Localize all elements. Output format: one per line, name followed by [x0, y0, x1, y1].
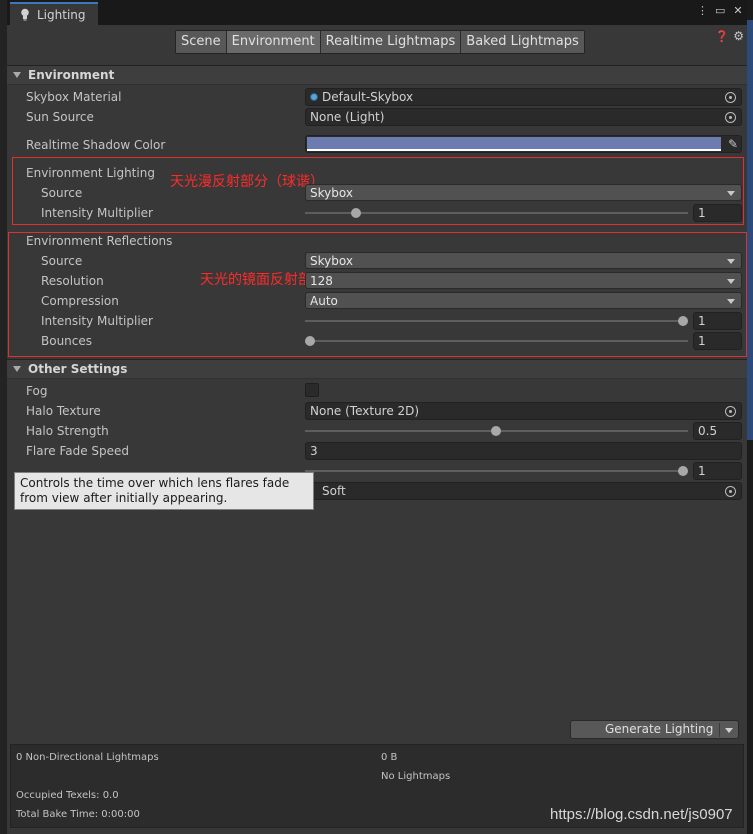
chevron-down-icon[interactable] [725, 728, 733, 733]
bounces-track[interactable] [305, 340, 688, 342]
generate-lighting-button[interactable]: Generate Lighting [570, 720, 739, 739]
skybox-material-field[interactable]: Default-Skybox [305, 88, 742, 106]
flare-strength-thumb[interactable] [678, 466, 688, 476]
right-edge [747, 0, 753, 834]
window-tab-bar: Lighting ⋮ ▭ ✕ [7, 0, 747, 25]
reflections-intensity-track[interactable] [305, 320, 688, 322]
halo-strength-label: Halo Strength [26, 424, 109, 438]
other-settings-section-header[interactable]: Other Settings [7, 359, 747, 379]
bounces-label: Bounces [41, 334, 93, 348]
tab-baked-lightmaps[interactable]: Baked Lightmaps [461, 31, 584, 53]
annotation-diffuse: 天光漫反射部分（球谐） [170, 174, 324, 190]
bounces-thumb[interactable] [305, 336, 315, 346]
material-icon [310, 93, 318, 101]
lightbulb-icon [18, 8, 32, 22]
chevron-down-icon [727, 279, 735, 284]
realtime-shadow-color-field[interactable]: ✎ [305, 135, 742, 153]
reflections-source-label: Source [41, 254, 83, 268]
lighting-intensity-track[interactable] [305, 212, 688, 214]
object-picker-icon[interactable] [725, 92, 736, 103]
realtime-shadow-color-label: Realtime Shadow Color [26, 138, 166, 152]
flare-strength-track[interactable] [305, 470, 688, 472]
flare-fade-speed-input[interactable]: 3 [305, 442, 742, 460]
fog-label: Fog [26, 384, 48, 398]
object-picker-icon[interactable] [725, 486, 736, 497]
more-vert-icon[interactable]: ⋮ [697, 4, 708, 17]
object-picker-icon[interactable] [725, 406, 736, 417]
lighting-source-label: Source [41, 186, 83, 200]
chevron-down-icon [727, 191, 735, 196]
tooltip: Controls the time over which lens flares… [14, 472, 314, 510]
left-edge [0, 0, 7, 834]
no-lightmaps-text: No Lightmaps [381, 771, 451, 782]
sun-source-field[interactable]: None (Light) [305, 108, 742, 126]
gear-icon[interactable]: ⚙ [733, 29, 744, 43]
lightmap-size: 0 B [381, 752, 398, 763]
skybox-material-label: Skybox Material [26, 90, 122, 104]
mode-tabs: Scene Environment Realtime Lightmaps Bak… [175, 30, 585, 54]
compression-label: Compression [41, 294, 119, 308]
foldout-arrow-icon [13, 72, 21, 78]
tab-title: Lighting [37, 7, 86, 22]
watermark: https://blog.csdn.net/js0907 [550, 806, 733, 823]
bake-time: Total Bake Time: 0:00:00 [16, 809, 140, 820]
fog-checkbox[interactable] [305, 383, 319, 397]
lighting-source-dropdown[interactable]: Skybox [305, 184, 742, 201]
environment-reflections-label: Environment Reflections [26, 234, 173, 248]
maximize-icon[interactable]: ▭ [715, 4, 725, 17]
chevron-down-icon [727, 299, 735, 304]
lighting-toolbar: Scene Environment Realtime Lightmaps Bak… [7, 25, 747, 63]
tab-realtime-lightmaps[interactable]: Realtime Lightmaps [320, 31, 462, 53]
lighting-intensity-label: Intensity Multiplier [41, 206, 153, 220]
tab-environment[interactable]: Environment [226, 31, 321, 53]
environment-section-header[interactable]: Environment [7, 65, 747, 85]
halo-strength-thumb[interactable] [491, 426, 501, 436]
close-icon[interactable]: ✕ [733, 4, 743, 17]
lighting-intensity-thumb[interactable] [351, 208, 361, 218]
resolution-label: Resolution [41, 274, 104, 288]
reflections-intensity-thumb[interactable] [678, 316, 688, 326]
help-icon[interactable]: ❓ [715, 30, 729, 43]
reflections-intensity-label: Intensity Multiplier [41, 314, 153, 328]
halo-texture-field[interactable]: None (Texture 2D) [305, 402, 742, 420]
resolution-dropdown[interactable]: 128 [305, 272, 742, 289]
environment-lighting-label: Environment Lighting [26, 166, 155, 180]
lighting-panel: Scene Environment Realtime Lightmaps Bak… [7, 25, 747, 834]
object-picker-icon[interactable] [725, 112, 736, 123]
tab-scene[interactable]: Scene [176, 31, 227, 53]
compression-dropdown[interactable]: Auto [305, 292, 742, 309]
foldout-arrow-icon [13, 366, 21, 372]
halo-strength-input[interactable]: 0.5 [693, 422, 742, 440]
reflections-source-dropdown[interactable]: Skybox [305, 252, 742, 269]
lighting-intensity-input[interactable]: 1 [693, 204, 742, 222]
flare-strength-input[interactable]: 1 [693, 462, 742, 480]
non-directional-count: 0 Non-Directional Lightmaps [16, 752, 159, 763]
flare-fade-speed-label: Flare Fade Speed [26, 444, 130, 458]
spot-cookie-field[interactable]: Soft [305, 482, 742, 500]
color-swatch [307, 137, 721, 149]
occupied-texels: Occupied Texels: 0.0 [16, 790, 119, 801]
halo-texture-label: Halo Texture [26, 404, 101, 418]
lighting-tab[interactable]: Lighting [10, 2, 98, 25]
chevron-down-icon [727, 259, 735, 264]
reflections-intensity-input[interactable]: 1 [693, 312, 742, 330]
bounces-input[interactable]: 1 [693, 332, 742, 350]
eyedropper-icon[interactable]: ✎ [728, 137, 738, 151]
sun-source-label: Sun Source [26, 110, 94, 124]
